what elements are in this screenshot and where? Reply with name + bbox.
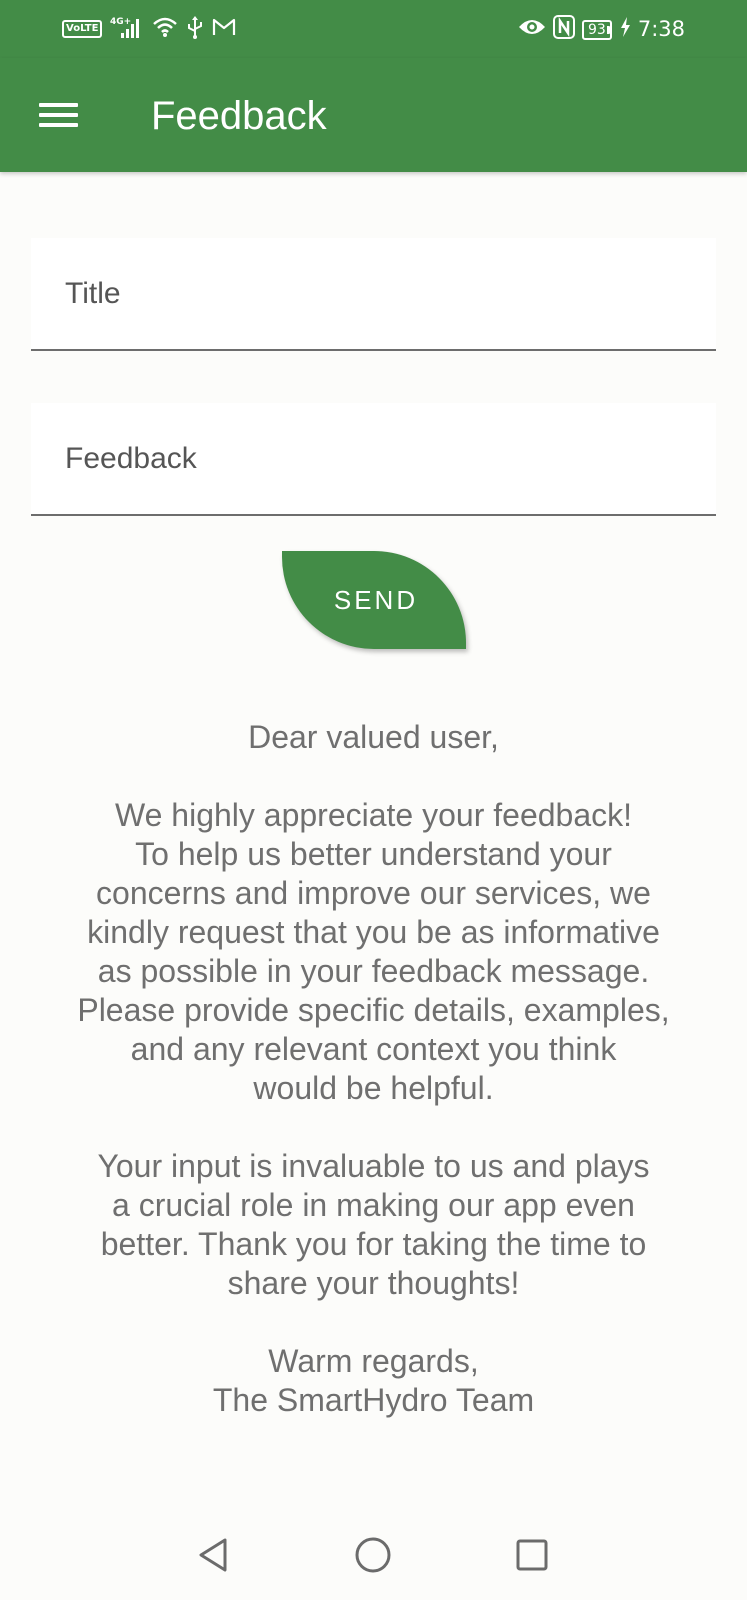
status-bar: VoLTE 4G+ 93 7:38 bbox=[0, 0, 747, 58]
back-icon[interactable] bbox=[183, 1510, 243, 1600]
paragraph1-line: concerns and improve our services, we bbox=[96, 875, 651, 911]
title-field[interactable] bbox=[31, 238, 716, 351]
paragraph1-line: as possible in your feedback message. bbox=[97, 953, 650, 989]
app-bar: Feedback bbox=[0, 58, 747, 172]
paragraph2-line: better. Thank you for taking the time to bbox=[100, 1226, 647, 1262]
title-input[interactable] bbox=[31, 238, 716, 349]
feedback-info-message: Dear valued user, We highly appreciate y… bbox=[40, 718, 707, 1420]
volte-badge: VoLTE bbox=[62, 20, 103, 38]
signal-icon: 4G+ bbox=[110, 15, 144, 43]
paragraph1-line: and any relevant context you think bbox=[130, 1031, 617, 1067]
paragraph1-line: Please provide specific details, example… bbox=[77, 992, 670, 1028]
paragraph2-line: a crucial role in making our app even bbox=[112, 1187, 635, 1223]
clock: 7:38 bbox=[637, 17, 685, 41]
signature-text: The SmartHydro Team bbox=[212, 1382, 535, 1418]
page-title: Feedback bbox=[151, 94, 327, 138]
paragraph1-line: We highly appreciate your feedback! bbox=[114, 797, 633, 833]
network-type-label: 4G+ bbox=[110, 17, 131, 27]
status-left-icons: VoLTE 4G+ bbox=[62, 16, 236, 42]
wifi-icon bbox=[152, 16, 178, 42]
battery-level: 93 bbox=[582, 19, 612, 40]
paragraph1-line: would be helpful. bbox=[253, 1070, 494, 1106]
recents-icon[interactable] bbox=[502, 1510, 562, 1600]
gmail-icon bbox=[212, 17, 236, 41]
battery-icon: 93 bbox=[582, 19, 612, 40]
paragraph1-line: To help us better understand your bbox=[135, 836, 612, 872]
send-button[interactable]: SEND bbox=[282, 551, 466, 649]
eye-icon bbox=[518, 17, 546, 41]
closing-text: Warm regards, bbox=[268, 1343, 479, 1379]
hamburger-menu-icon[interactable] bbox=[39, 100, 79, 130]
paragraph2-line: Your input is invaluable to us and plays bbox=[97, 1148, 650, 1184]
system-nav-bar bbox=[0, 1510, 747, 1600]
charging-icon bbox=[619, 16, 631, 42]
paragraph1-line: kindly request that you be as informativ… bbox=[87, 914, 660, 950]
nfc-icon bbox=[553, 15, 575, 43]
status-right-icons: 93 7:38 bbox=[518, 14, 685, 44]
feedback-input[interactable] bbox=[31, 403, 716, 514]
feedback-field[interactable] bbox=[31, 403, 716, 516]
home-icon[interactable] bbox=[343, 1510, 403, 1600]
paragraph2-line: share your thoughts! bbox=[227, 1265, 520, 1301]
usb-icon bbox=[186, 15, 204, 43]
greeting-text: Dear valued user, bbox=[248, 719, 499, 755]
